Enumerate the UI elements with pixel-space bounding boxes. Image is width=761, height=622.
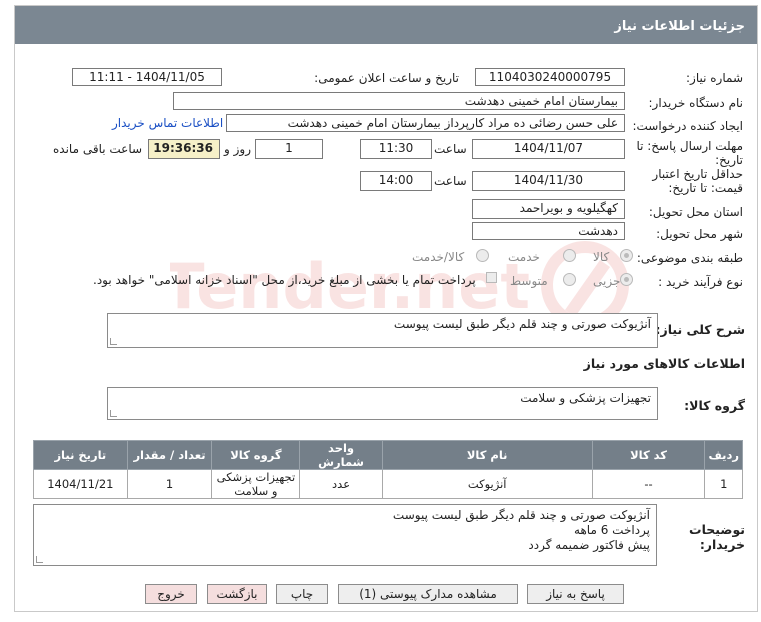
price-validity-label-1: حداقل تاریخ اعتبار <box>652 167 743 181</box>
process-partial-label: جزیی <box>593 274 621 288</box>
col-goods-group: گروه کالا <box>211 440 301 470</box>
days-field: 1 <box>255 139 323 159</box>
cell-unit: عدد <box>299 469 383 499</box>
exit-button[interactable]: خروج <box>145 584 197 604</box>
col-quantity: تعداد / مقدار <box>126 440 213 470</box>
process-medium-label: متوسط <box>510 274 548 288</box>
validity-time-label: ساعت <box>434 174 467 188</box>
cell-goods-code: -- <box>591 469 706 499</box>
buyer-org-label: نام دستگاه خریدار: <box>648 96 744 110</box>
treasury-note: پرداخت تمام یا بخشی از مبلغ خرید،از محل … <box>93 273 476 287</box>
buyer-notes-line: آنژیوکت صورتی و چند قلم دیگر طبق لیست پی… <box>392 508 650 522</box>
buyer-notes-line: پرداخت 6 ماهه <box>574 523 650 537</box>
province-field: کهگیلویه و بویراحمد <box>472 199 625 219</box>
remaining-time-field: 19:36:36 <box>148 139 220 159</box>
need-number-field: 1104030240000795 <box>475 68 625 86</box>
reply-deadline-label-2: تاریخ: <box>715 153 743 167</box>
buyer-contact-link[interactable]: اطلاعات تماس خریدار <box>112 116 223 130</box>
process-partial-radio[interactable] <box>620 273 633 286</box>
watermark-slash <box>565 260 610 317</box>
col-goods-code: کد کالا <box>591 440 706 470</box>
reply-deadline-label-1: مهلت ارسال پاسخ: تا <box>636 139 743 153</box>
goods-group-label: گروه کالا: <box>684 398 745 413</box>
reply-time-label: ساعت <box>434 142 467 156</box>
goods-group-textarea[interactable]: تجهیزات پزشکی و سلامت <box>107 387 658 420</box>
requester-label: ایجاد کننده درخواست: <box>632 119 743 133</box>
general-desc-label: شرح کلی نیاز: <box>655 322 745 337</box>
back-button[interactable]: بازگشت <box>207 584 267 604</box>
category-goods-radio[interactable] <box>620 249 633 262</box>
day-and-label: روز و <box>224 142 251 156</box>
goods-table: ردیف کد کالا نام کالا واحد شمارش گروه کا… <box>33 440 743 499</box>
cell-goods-name: آنژیوکت <box>381 469 593 499</box>
city-label: شهر محل تحویل: <box>656 227 743 241</box>
reply-date-field: 1404/11/07 <box>472 139 625 159</box>
validity-time-field: 14:00 <box>360 171 432 191</box>
buyer-notes-label-1: توضیحات <box>689 522 745 537</box>
general-desc-textarea[interactable]: آنژیوکت صورتی و چند قلم دیگر طبق لیست پی… <box>107 313 658 348</box>
requester-field: علی حسن رضائی ده مراد کارپرداز بیمارستان… <box>226 114 625 132</box>
need-number-label: شماره نیاز: <box>686 71 743 85</box>
col-need-date: تاریخ نیاز <box>33 440 128 470</box>
cell-need-date: 1404/11/21 <box>33 469 128 499</box>
category-goods-service-label: کالا/خدمت <box>412 250 465 264</box>
col-row-number: ردیف <box>704 440 743 470</box>
treasury-checkbox[interactable] <box>486 272 497 283</box>
hours-remaining-label: ساعت باقی مانده <box>53 142 143 156</box>
validity-date-field: 1404/11/30 <box>472 171 625 191</box>
col-goods-name: نام کالا <box>381 440 593 470</box>
view-attachments-button[interactable]: مشاهده مدارک پیوستی (1) <box>338 584 518 604</box>
category-service-radio[interactable] <box>563 249 576 262</box>
buyer-notes-label-2: خریدار: <box>699 537 745 552</box>
province-label: استان محل تحویل: <box>648 205 743 219</box>
panel-header: جزئیات اطلاعات نیاز <box>15 6 757 44</box>
city-field: دهدشت <box>472 222 625 240</box>
category-service-label: خدمت <box>508 250 540 264</box>
reply-time-field: 11:30 <box>360 139 432 159</box>
category-label: طبقه بندی موضوعی: <box>636 251 743 265</box>
announce-datetime-label: تاریخ و ساعت اعلان عمومی: <box>314 71 459 85</box>
process-medium-radio[interactable] <box>563 273 576 286</box>
category-goods-label: کالا <box>593 250 610 264</box>
process-type-label: نوع فرآیند خرید : <box>658 275 743 289</box>
buyer-notes-line: پیش فاکتور ضمیمه گردد <box>528 538 650 552</box>
goods-table-header-row: ردیف کد کالا نام کالا واحد شمارش گروه کا… <box>33 440 743 470</box>
announce-datetime-field: 1404/11/05 - 11:11 <box>72 68 222 86</box>
buyer-notes-textarea[interactable]: آنژیوکت صورتی و چند قلم دیگر طبق لیست پی… <box>33 504 657 566</box>
buyer-org-field: بیمارستان امام خمینی دهدشت <box>173 92 625 110</box>
cell-row-number: 1 <box>704 469 743 499</box>
cell-goods-group: تجهیزات پزشکی و سلامت <box>211 469 301 499</box>
price-validity-label-2: قیمت: تا تاریخ: <box>668 181 743 195</box>
category-goods-service-radio[interactable] <box>476 249 489 262</box>
cell-quantity: 1 <box>126 469 213 499</box>
table-row: 1 -- آنژیوکت عدد تجهیزات پزشکی و سلامت 1… <box>33 469 743 499</box>
col-unit: واحد شمارش <box>299 440 383 470</box>
reply-button[interactable]: پاسخ به نیاز <box>527 584 624 604</box>
print-button[interactable]: چاپ <box>276 584 328 604</box>
goods-info-heading: اطلاعات کالاهای مورد نیاز <box>583 356 745 371</box>
